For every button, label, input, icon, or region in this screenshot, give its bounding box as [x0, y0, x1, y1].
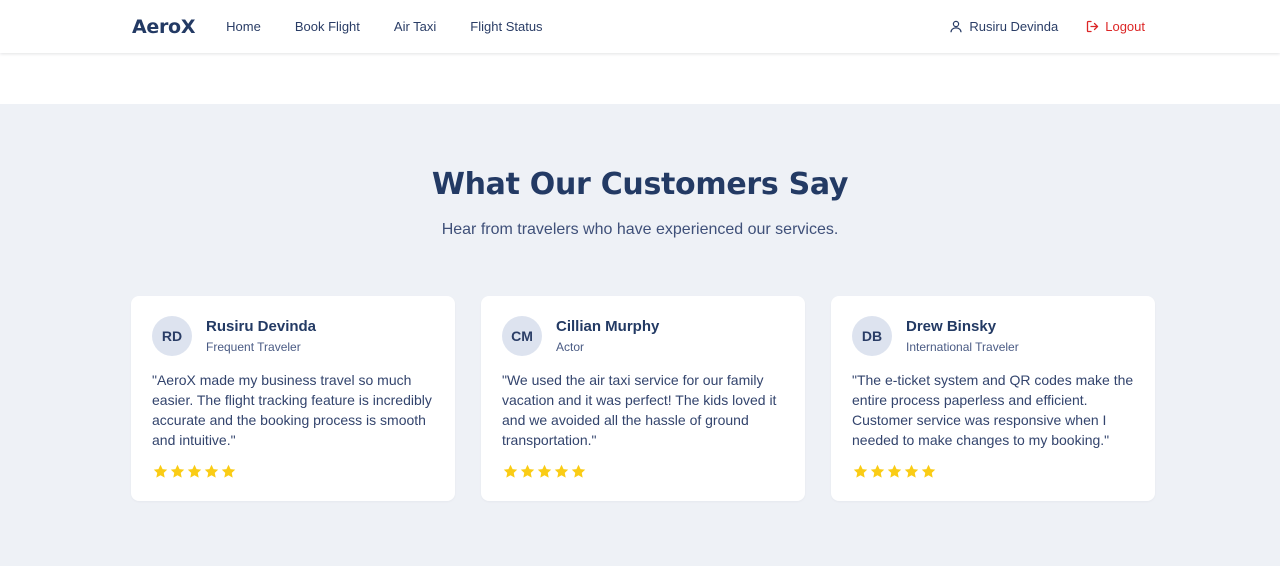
star-icon [571, 464, 586, 478]
card-header: RD Rusiru Devinda Frequent Traveler [152, 316, 434, 356]
star-icon [520, 464, 535, 478]
brand-logo[interactable]: AeroX [132, 16, 195, 38]
card-header: CM Cillian Murphy Actor [502, 316, 784, 356]
testimonial-card: CM Cillian Murphy Actor "We used the air… [481, 296, 805, 501]
reviewer-name: Drew Binsky [906, 318, 997, 335]
star-icon [204, 464, 219, 478]
star-icon [221, 464, 236, 478]
reviewer-info: Rusiru Devinda Frequent Traveler [206, 317, 316, 355]
testimonial-card: RD Rusiru Devinda Frequent Traveler "Aer… [131, 296, 455, 501]
reviewer-role: Actor [556, 340, 585, 354]
star-icon [870, 464, 885, 478]
nav-link-flight-status[interactable]: Flight Status [470, 19, 542, 34]
testimonial-quote: "The e-ticket system and QR codes make t… [852, 372, 1134, 448]
page-top-band [0, 53, 1280, 104]
avatar: RD [152, 316, 192, 356]
section-subtitle: Hear from travelers who have experienced… [441, 221, 839, 238]
nav-right: Rusiru Devinda Logout [950, 19, 1145, 34]
card-header: DB Drew Binsky International Traveler [852, 316, 1134, 356]
reviewer-info: Drew Binsky International Traveler [906, 317, 1019, 355]
user-menu[interactable]: Rusiru Devinda [950, 19, 1058, 34]
avatar: CM [502, 316, 542, 356]
star-icon [554, 464, 569, 478]
nav-link-home[interactable]: Home [226, 19, 261, 34]
star-icon [904, 464, 919, 478]
star-icon [853, 464, 868, 478]
logout-icon [1087, 20, 1099, 33]
star-rating [152, 463, 237, 480]
navbar-inner: AeroX Home Book Flight Air Taxi Flight S… [132, 0, 1145, 53]
testimonial-card: DB Drew Binsky International Traveler "T… [831, 296, 1155, 501]
user-name: Rusiru Devinda [969, 19, 1059, 34]
nav-link-air-taxi[interactable]: Air Taxi [394, 19, 436, 34]
star-icon [153, 464, 168, 478]
testimonial-cards: RD Rusiru Devinda Frequent Traveler "Aer… [131, 296, 1155, 501]
avatar: DB [852, 316, 892, 356]
reviewer-name: Rusiru Devinda [206, 318, 317, 335]
reviewer-info: Cillian Murphy Actor [556, 317, 659, 355]
logout-button[interactable]: Logout [1086, 19, 1145, 34]
star-icon [537, 464, 552, 478]
star-icon [503, 464, 518, 478]
star-icon [887, 464, 902, 478]
primary-nav: Home Book Flight Air Taxi Flight Status [226, 19, 576, 34]
top-navbar: AeroX Home Book Flight Air Taxi Flight S… [0, 0, 1280, 53]
star-rating [852, 463, 937, 480]
testimonial-quote: "We used the air taxi service for our fa… [502, 372, 777, 448]
section-title: What Our Customers Say [431, 167, 849, 202]
star-icon [187, 464, 202, 478]
nav-link-book-flight[interactable]: Book Flight [295, 19, 360, 34]
reviewer-name: Cillian Murphy [556, 318, 660, 335]
star-icon [170, 464, 185, 478]
user-icon [950, 20, 962, 33]
testimonial-quote: "AeroX made my business travel so much e… [152, 372, 432, 448]
testimonials-section: What Our Customers Say Hear from travele… [0, 104, 1280, 566]
reviewer-role: Frequent Traveler [206, 340, 301, 354]
logout-label: Logout [1105, 19, 1145, 34]
reviewer-role: International Traveler [906, 340, 1019, 354]
star-rating [502, 463, 587, 480]
star-icon [921, 464, 936, 478]
